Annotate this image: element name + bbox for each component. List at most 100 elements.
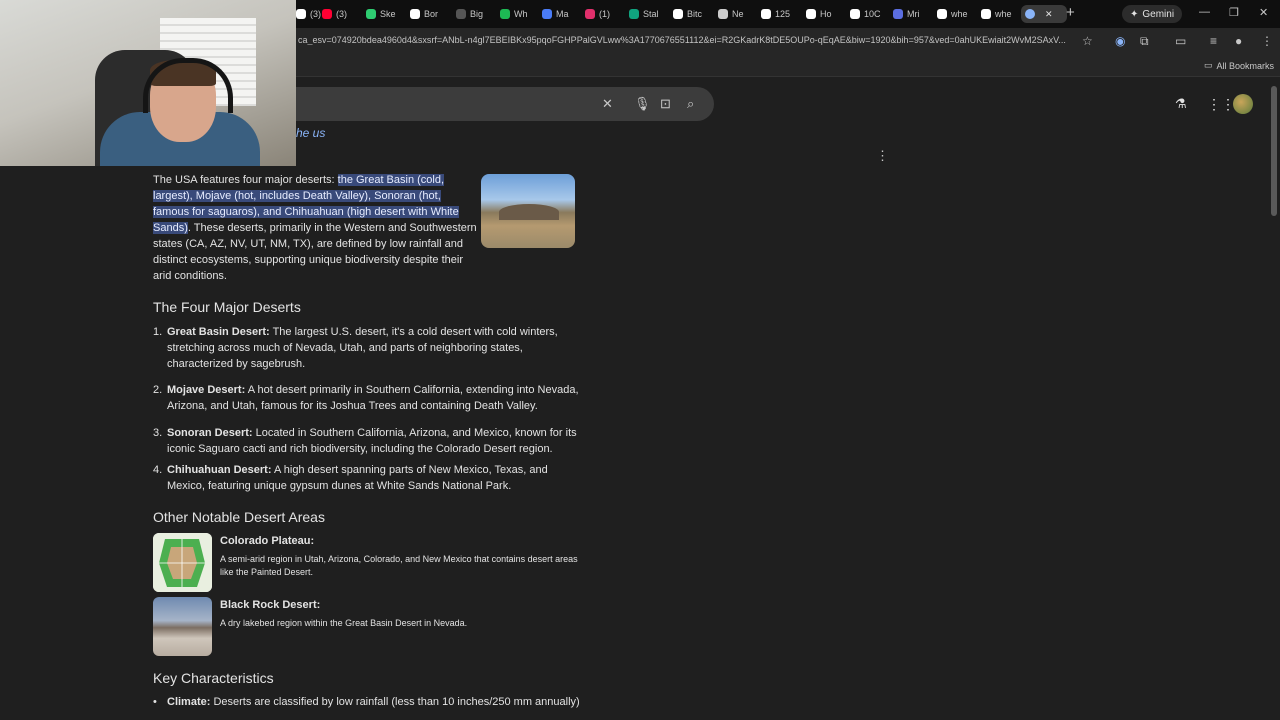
list-number: 2. [153, 384, 163, 396]
reading-list-icon[interactable]: ≡ [1210, 34, 1217, 48]
characteristic-description: Deserts are classified by low rainfall (… [210, 696, 580, 708]
browser-tab[interactable]: Big [456, 5, 483, 23]
ai-overview-intro: The USA features four major deserts: the… [153, 172, 477, 284]
list-item: • Climate: Deserts are classified by low… [153, 694, 583, 710]
intro-text: The USA features four major deserts: [153, 174, 338, 186]
list-item: 4. Chihuahuan Desert: A high desert span… [153, 462, 583, 494]
browser-tab[interactable]: Bitc [673, 5, 702, 23]
section-heading-four-deserts: The Four Major Deserts [153, 299, 301, 315]
browser-tab[interactable]: whe [981, 5, 1012, 23]
tab-favicon-icon [893, 9, 903, 19]
notable-desert-description: A semi-arid region in Utah, Arizona, Col… [220, 554, 578, 577]
browser-tab[interactable]: Ske [366, 5, 396, 23]
tab-favicon-icon [761, 9, 771, 19]
tab-favicon-icon [718, 9, 728, 19]
tab-favicon-icon [410, 9, 420, 19]
tab-label: 125 [775, 9, 791, 19]
tab-favicon-icon [673, 9, 683, 19]
audio-icon[interactable]: ◉ [1115, 34, 1125, 48]
tab-favicon-icon [850, 9, 860, 19]
gemini-button[interactable]: ✦ Gemini [1122, 5, 1183, 23]
browser-tab[interactable]: Ma [542, 5, 569, 23]
tab-label: Ho [820, 9, 832, 19]
new-tab-icon[interactable]: + [1066, 4, 1075, 21]
lens-icon[interactable]: ⊡ [660, 96, 671, 112]
webcam-overlay [0, 0, 296, 166]
menu-icon[interactable]: ⋮ [1261, 34, 1273, 48]
list-item: 1. Great Basin Desert: The largest U.S. … [153, 324, 583, 372]
minimize-icon[interactable]: — [1199, 6, 1210, 18]
tab-label: Stal [643, 9, 659, 19]
notable-desert-description: A dry lakebed region within the Great Ba… [220, 618, 468, 628]
search-query-fragment: he us [296, 126, 326, 140]
close-tab-icon[interactable]: ✕ [1045, 9, 1053, 20]
gemini-label: Gemini [1142, 8, 1175, 20]
tab-favicon-icon [629, 9, 639, 19]
section-heading-key-characteristics: Key Characteristics [153, 670, 274, 686]
browser-tab[interactable]: (3) [322, 5, 347, 23]
more-options-icon[interactable]: ⋮ [876, 148, 889, 164]
browser-tab[interactable]: 10C [850, 5, 881, 23]
microphone-icon[interactable]: 🎙︎ [634, 96, 651, 112]
section-heading-other-deserts: Other Notable Desert Areas [153, 509, 325, 525]
notable-desert-card[interactable]: Black Rock Desert: A dry lakebed region … [153, 597, 583, 657]
tab-favicon-icon [937, 9, 947, 19]
browser-tab[interactable]: Ho [806, 5, 832, 23]
browser-tab[interactable]: Bor [410, 5, 438, 23]
clear-search-icon[interactable]: ✕ [602, 96, 613, 112]
screen-cast-icon[interactable]: ▭ [1175, 34, 1186, 48]
browser-tab[interactable]: (3) [296, 5, 321, 23]
characteristic-name: Climate: [167, 696, 211, 708]
search-icon[interactable]: ⌕ [687, 96, 694, 112]
list-number: 1. [153, 326, 163, 338]
tab-label: (3) [336, 9, 347, 19]
mountain-shape [499, 204, 559, 220]
browser-tab[interactable]: (1) [585, 5, 610, 23]
all-bookmarks-label: All Bookmarks [1216, 60, 1275, 71]
tab-favicon-icon [542, 9, 552, 19]
desert-name: Sonoran Desert: [167, 427, 253, 439]
url-field[interactable]: ca_esv=074920bdea4960d4&sxsrf=ANbL-n4gl7… [298, 35, 1070, 45]
tab-label: (1) [599, 9, 610, 19]
tab-favicon-icon [500, 9, 510, 19]
desert-name: Mojave Desert: [167, 384, 246, 396]
browser-tab[interactable]: whe [937, 5, 968, 23]
browser-tab[interactable]: Stal [629, 5, 659, 23]
intro-text-end: . These deserts, primarily in the Wester… [153, 222, 477, 282]
labs-flask-icon[interactable]: ⚗ [1175, 96, 1187, 112]
browser-tab[interactable]: 125 [761, 5, 790, 23]
desert-name: Great Basin Desert: [167, 326, 270, 338]
tab-label: whe [995, 9, 1012, 19]
tab-label: whe [951, 9, 968, 19]
desert-thumbnail-image[interactable] [481, 174, 575, 248]
tab-label: Big [470, 9, 484, 19]
browser-tab[interactable]: Mri [893, 5, 920, 23]
tab-favicon-icon [296, 9, 306, 19]
page-scrollbar[interactable] [1271, 86, 1277, 216]
tab-label: 10C [864, 9, 881, 19]
tab-favicon-icon [1025, 9, 1035, 19]
list-number: 4. [153, 464, 163, 476]
list-item: 2. Mojave Desert: A hot desert primarily… [153, 382, 583, 414]
browser-tab[interactable]: Ne [718, 5, 744, 23]
profile-icon[interactable]: ● [1235, 34, 1242, 48]
browser-tab[interactable]: Wh [500, 5, 528, 23]
close-window-icon[interactable]: ✕ [1259, 6, 1268, 19]
tab-label: Ma [556, 9, 569, 19]
black-rock-desert-image [153, 597, 212, 656]
google-apps-icon[interactable]: ⋮⋮ [1207, 96, 1235, 113]
search-box[interactable]: ✕ 🎙︎ ⊡ ⌕ [270, 87, 714, 121]
folder-icon: ▭ [1204, 60, 1213, 70]
account-avatar[interactable] [1233, 94, 1253, 114]
maximize-icon[interactable]: ❐ [1229, 6, 1239, 19]
tab-label: (3) [310, 9, 321, 19]
tab-favicon-icon [456, 9, 466, 19]
tab-favicon-icon [585, 9, 595, 19]
all-bookmarks-button[interactable]: ▭ All Bookmarks [1204, 60, 1274, 71]
extensions-icon[interactable]: ⧉ [1140, 34, 1149, 49]
active-tab[interactable]: ✕ [1021, 5, 1067, 23]
bookmark-star-icon[interactable]: ☆ [1082, 34, 1093, 48]
tab-label: Wh [514, 9, 528, 19]
map-graphic [153, 533, 212, 592]
notable-desert-card[interactable]: Colorado Plateau: A semi-arid region in … [153, 533, 583, 593]
